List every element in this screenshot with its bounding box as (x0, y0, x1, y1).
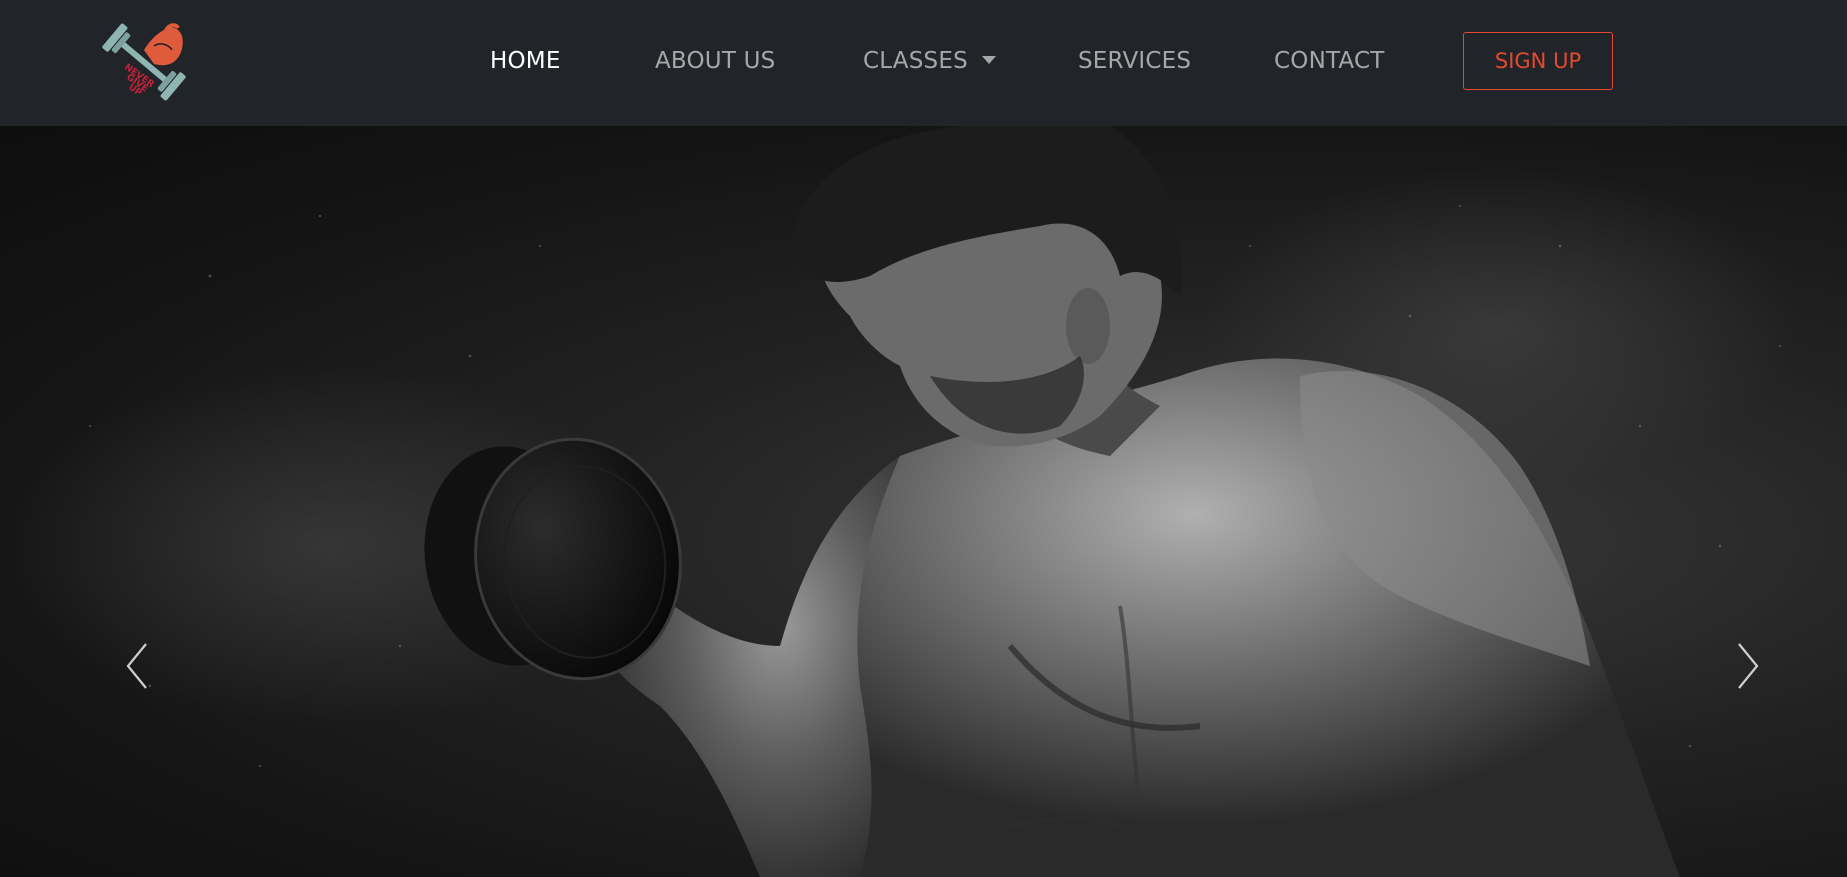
nav-services[interactable]: SERVICES (1078, 48, 1191, 74)
caret-down-icon (981, 55, 996, 64)
sign-up-button[interactable]: SIGN UP (1463, 32, 1613, 90)
nav-classes-dropdown[interactable]: CLASSES (863, 48, 996, 74)
nav-about-us[interactable]: ABOUT US (655, 48, 775, 74)
navbar: NEVER GIVE UP HOME ABOUT US CLASSES SERV… (0, 0, 1847, 126)
hero-carousel (0, 126, 1847, 877)
chevron-left-icon (126, 643, 147, 689)
chevron-right-icon (1738, 643, 1759, 689)
nav-classes-label: CLASSES (863, 48, 968, 74)
carousel-next-button[interactable] (1727, 636, 1767, 696)
bodybuilder-dumbbell-curl-photo (10, 126, 1800, 877)
nav-contact[interactable]: CONTACT (1274, 48, 1384, 74)
nav-home[interactable]: HOME (490, 48, 561, 74)
carousel-prev-button[interactable] (118, 636, 158, 696)
